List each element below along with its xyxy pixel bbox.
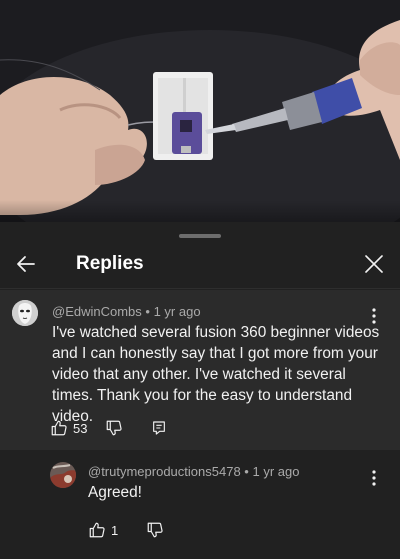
comment-author[interactable]: @EdwinCombs — [52, 304, 142, 319]
like-button[interactable]: 53 — [50, 419, 87, 437]
reply-text: Agreed! — [88, 484, 142, 501]
reply-time: 1 yr ago — [252, 464, 300, 479]
profile-photo-icon — [50, 462, 76, 488]
thumbs-up-icon — [89, 522, 105, 538]
thumbs-down-icon — [147, 522, 163, 538]
header-divider — [0, 288, 400, 289]
back-arrow-icon — [17, 256, 35, 272]
reply-comment: @trutymeproductions5478 • 1 yr ago Agree… — [0, 450, 400, 559]
drag-handle[interactable] — [179, 234, 221, 238]
replies-panel: Replies @EdwinCombs • 1 yr ago I've watc… — [0, 222, 400, 559]
meta-separator: • — [244, 464, 249, 479]
reply-meta: @trutymeproductions5478 • 1 yr ago — [88, 464, 299, 479]
mask-avatar-icon — [12, 300, 38, 326]
close-icon — [365, 255, 383, 273]
page-title: Replies — [76, 253, 144, 274]
reply-icon — [153, 421, 166, 435]
like-count: 53 — [73, 420, 88, 436]
comment-time: 1 yr ago — [153, 304, 201, 319]
reply-actions-bar: 1 — [88, 519, 164, 541]
video-player[interactable] — [0, 0, 400, 222]
like-button[interactable]: 1 — [88, 521, 118, 539]
avatar[interactable] — [12, 300, 38, 326]
comment-actions: 53 — [50, 417, 167, 439]
avatar[interactable] — [50, 462, 76, 488]
replies-header: Replies — [0, 242, 400, 290]
reply-author[interactable]: @trutymeproductions5478 — [88, 464, 241, 479]
close-button[interactable] — [358, 248, 390, 280]
comment-text: I've watched several fusion 360 beginner… — [52, 324, 380, 425]
meta-separator: • — [145, 304, 150, 319]
back-button[interactable] — [10, 248, 42, 280]
dislike-button[interactable] — [146, 521, 164, 539]
thumbs-up-icon — [51, 420, 67, 436]
video-shadow — [0, 200, 400, 222]
comment-meta: @EdwinCombs • 1 yr ago — [52, 304, 201, 319]
like-count: 1 — [111, 522, 119, 538]
parent-comment: @EdwinCombs • 1 yr ago I've watched seve… — [0, 290, 400, 450]
dislike-button[interactable] — [105, 419, 123, 437]
reply-button[interactable] — [151, 420, 167, 436]
video-frame — [0, 0, 400, 222]
thumbs-down-icon — [107, 420, 123, 436]
